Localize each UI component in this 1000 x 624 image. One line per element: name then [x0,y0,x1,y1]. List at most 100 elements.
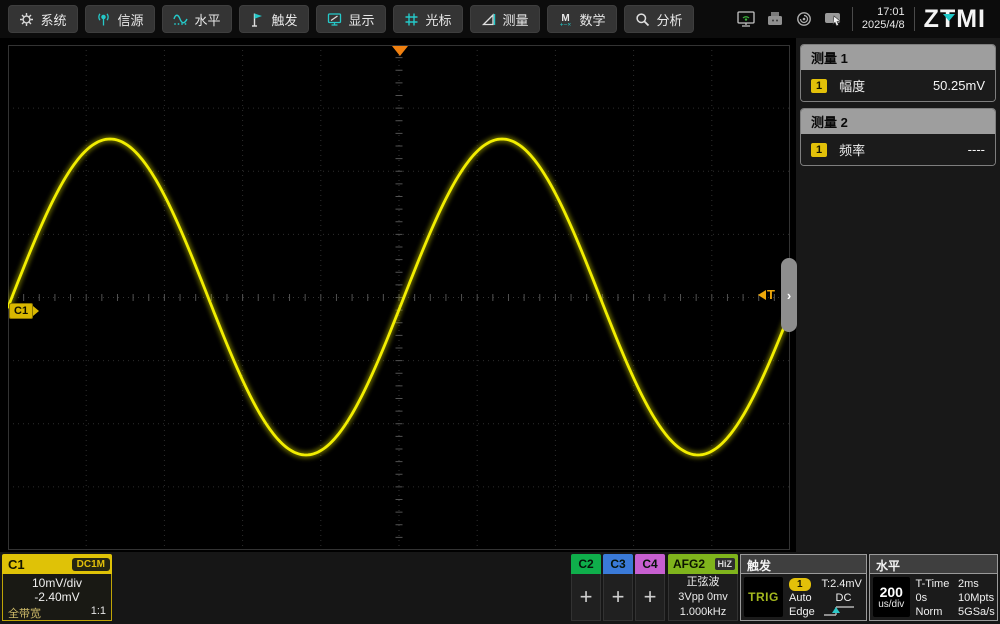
trigger-coupling: DC [822,592,863,604]
horizontal-offset: 0s [916,592,951,604]
trigger-marker-label: T [767,287,775,302]
channel3-name: C3 [603,554,633,574]
waveform-display[interactable]: C1 T [8,45,790,550]
trigger-panel-title: 触发 [741,555,866,574]
menu-button-display[interactable]: 显示 [316,5,386,33]
measurement-row: 1 幅度 50.25mV [801,70,995,101]
measurement-value: ---- [968,142,985,157]
memory-depth: 10Mpts [950,592,994,604]
channel2-name: C2 [571,554,601,574]
measurement-name: 幅度 [839,76,865,95]
horizontal-panel-body: 200 us/div T-Time 2ms 0s 10Mpts Norm 5GS… [870,574,997,619]
afg-frequency: 1.000kHz [669,605,737,620]
channel4-add: + [635,574,665,621]
display-icon [327,12,342,27]
channel3-add: + [603,574,633,621]
menu-label: 光标 [425,10,451,29]
sample-rate: 5GSa/s [950,606,994,618]
network-status-icon[interactable] [736,10,756,28]
menu-button-system[interactable]: 系统 [8,5,78,33]
channel2-add: + [571,574,601,621]
menu-label: 分析 [656,10,682,29]
topbar-separator [852,7,853,31]
t-time-label: T-Time [916,578,951,590]
menu-button-analyze[interactable]: 分析 [624,5,694,33]
measurement-card-1[interactable]: 测量 1 1 幅度 50.25mV [800,44,996,102]
trigger-level-marker[interactable]: T [758,287,775,302]
menu-button-horizontal[interactable]: 水平 [162,5,232,33]
horizontal-panel[interactable]: 水平 200 us/div T-Time 2ms 0s 10Mpts Norm … [869,554,998,621]
brand-logo: ZTMI [924,5,990,34]
measurement-value: 50.25mV [933,78,985,93]
trigger-type: Edge [789,606,822,618]
afg-name: AFG2 [673,557,705,571]
right-arrow-icon [33,306,39,316]
trigger-panel-body: TRIG 1 T:2.4mV Auto DC Edge [741,574,866,619]
channel4-tab[interactable]: C4 + [635,554,665,621]
menu-label: 测量 [502,10,528,29]
trigger-details: 1 T:2.4mV Auto DC Edge [783,577,863,619]
horizontal-details: T-Time 2ms 0s 10Mpts Norm 5GSa/s [910,577,995,619]
measurement-panel: 测量 1 1 幅度 50.25mV 测量 2 1 频率 ---- [796,38,1000,552]
afg-impedance-badge: HiZ [715,558,736,570]
menu-label: 触发 [271,10,297,29]
channel1-bandwidth: 全带宽 [8,605,41,621]
svg-text:+−×: +−× [560,21,572,27]
timebase-scale: 200 [880,585,903,599]
timebase-unit: us/div [878,599,904,610]
channel1-name: C1 [8,557,25,572]
channel1-info: 10mV/div -2.40mV 全带宽 1:1 [2,574,112,621]
menu-button-trigger[interactable]: 触发 [239,5,309,33]
afg-generator-box[interactable]: AFG2 HiZ 正弦波 3Vpp 0mv 1.000kHz [668,554,738,621]
channel1-marker-label: C1 [9,303,33,319]
menu-button-math[interactable]: M+−× 数学 [547,5,617,33]
source-badge: 1 [811,143,827,157]
channel1-header: C1 DC1M [2,554,112,574]
trigger-source-badge: 1 [789,578,811,591]
bottom-status-bar: C1 DC1M 10mV/div -2.40mV 全带宽 1:1 C2 + C3… [0,552,1000,624]
plus-icon: + [612,584,625,610]
record-touch-icon[interactable] [794,10,814,28]
flag-icon [250,12,265,27]
afg-amplitude-offset: 3Vpp 0mv [669,590,737,605]
measure-triangle-icon [481,12,496,27]
trigger-mode: Auto [789,592,822,604]
menu-button-source[interactable]: 信源 [85,5,155,33]
channel1-probe-ratio: 1:1 [91,605,106,621]
trigger-status-box[interactable]: TRIG [744,577,783,617]
topbar-separator [914,7,915,31]
acquisition-mode: Norm [916,606,951,618]
trigger-position-marker[interactable] [392,46,408,56]
side-panel-handle[interactable]: › [781,258,797,332]
gear-icon [19,12,34,27]
channel1-level-marker[interactable]: C1 [9,303,39,319]
afg-waveform-type: 正弦波 [669,575,737,590]
channel1-offset: -2.40mV [3,590,111,604]
measurement-card-2[interactable]: 测量 2 1 频率 ---- [800,108,996,166]
trigger-level-value: T:2.4mV [822,578,863,590]
antenna-icon [96,12,111,27]
horizontal-panel-title: 水平 [870,555,997,574]
source-badge: 1 [811,79,827,93]
trigger-panel[interactable]: 触发 TRIG 1 T:2.4mV Auto DC Edge [740,554,867,621]
channel1-box[interactable]: C1 DC1M 10mV/div -2.40mV 全带宽 1:1 [2,554,112,621]
math-icon: M+−× [558,12,573,27]
trigger-status: TRIG [748,590,779,604]
measurement-title: 测量 2 [801,109,995,134]
brand-text: ZTMI [924,5,986,33]
menu-label: 显示 [348,10,374,29]
channel2-tab[interactable]: C2 + [571,554,601,621]
magnifier-icon [635,12,650,27]
channel3-tab[interactable]: C3 + [603,554,633,621]
menu-label: 系统 [40,10,66,29]
rising-edge-icon [822,604,863,620]
menu-label: 水平 [194,10,220,29]
timebase-box[interactable]: 200 us/div [873,577,910,617]
menu-button-cursor[interactable]: 光标 [393,5,463,33]
touchscreen-icon[interactable] [823,10,843,28]
usb-device-icon[interactable] [765,10,785,28]
oscilloscope-ui: 系统 信源 水平 触发 显示 [0,0,1000,624]
menu-button-measure[interactable]: 测量 [470,5,540,33]
clock-time: 17:01 [877,6,905,18]
channel1-extra: 全带宽 1:1 [3,605,111,621]
